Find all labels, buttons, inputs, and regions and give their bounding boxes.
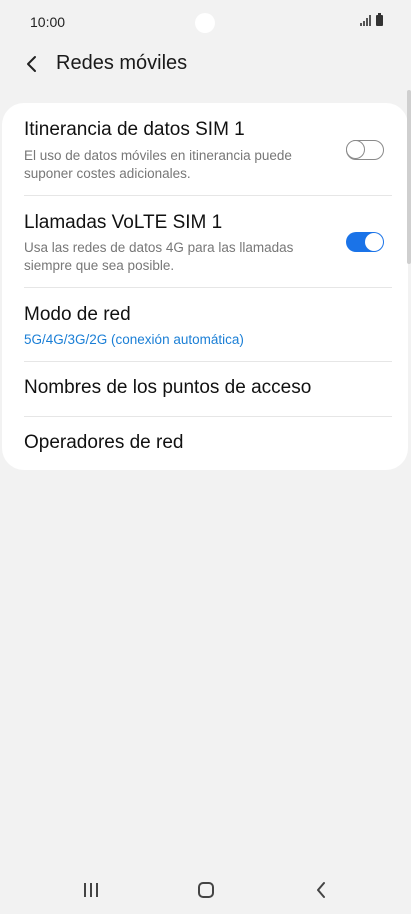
- nav-back-button[interactable]: [304, 876, 338, 904]
- roaming-toggle[interactable]: [346, 140, 384, 160]
- volte-setting-row[interactable]: Llamadas VoLTE SIM 1 Usa las redes de da…: [2, 196, 408, 287]
- toggle-knob: [365, 233, 383, 251]
- network-mode-row[interactable]: Modo de red 5G/4G/3G/2G (conexión automá…: [2, 288, 408, 361]
- home-button[interactable]: [189, 876, 223, 904]
- page-title: Redes móviles: [56, 52, 188, 74]
- status-icons: [360, 13, 383, 26]
- volte-toggle[interactable]: [346, 232, 384, 252]
- network-mode-value: 5G/4G/3G/2G (conexión automática): [24, 332, 244, 347]
- signal-icon: [360, 15, 371, 26]
- app-header: Redes móviles: [0, 46, 411, 86]
- operators-row[interactable]: Operadores de red: [2, 417, 408, 470]
- volte-description: Usa las redes de datos 4G para las llama…: [24, 240, 294, 273]
- apn-row[interactable]: Nombres de los puntos de acceso: [2, 362, 408, 416]
- status-bar: 10:00: [0, 0, 411, 46]
- status-time: 10:00: [30, 14, 66, 30]
- navigation-bar: [0, 860, 411, 914]
- roaming-title: Itinerancia de datos SIM 1: [24, 119, 245, 140]
- toggle-knob: [346, 140, 365, 159]
- network-mode-title: Modo de red: [24, 304, 131, 325]
- roaming-description: El uso de datos móviles en itinerancia p…: [24, 148, 292, 181]
- settings-card: Itinerancia de datos SIM 1 El uso de dat…: [2, 103, 408, 470]
- chevron-left-icon: [27, 56, 36, 72]
- back-button[interactable]: [18, 50, 46, 78]
- operators-title: Operadores de red: [24, 432, 184, 453]
- roaming-setting-row[interactable]: Itinerancia de datos SIM 1 El uso de dat…: [2, 103, 408, 195]
- volte-title: Llamadas VoLTE SIM 1: [24, 212, 223, 233]
- recents-button[interactable]: [74, 876, 108, 904]
- apn-title: Nombres de los puntos de acceso: [24, 377, 312, 398]
- scrollbar[interactable]: [407, 90, 411, 264]
- nav-back-icon: [317, 882, 325, 898]
- home-icon: [198, 882, 214, 898]
- battery-icon: [376, 13, 383, 26]
- camera-cutout: [195, 13, 215, 33]
- recents-icon: [84, 883, 98, 897]
